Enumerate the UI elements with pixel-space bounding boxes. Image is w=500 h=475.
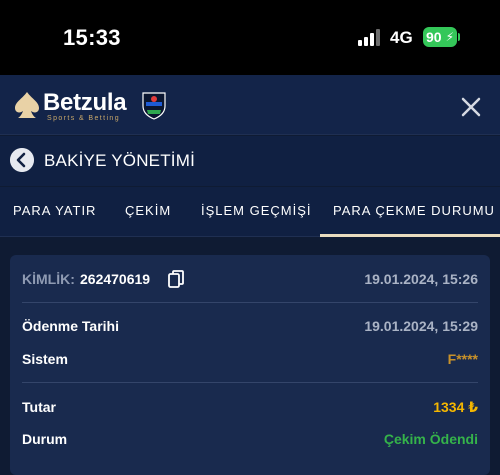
back-button[interactable]	[10, 148, 34, 172]
status-label: Durum	[22, 431, 68, 447]
status-bar: 15:33 4G 90 ⚡	[0, 0, 500, 75]
id-value: 262470619	[80, 271, 151, 287]
signal-icon	[358, 29, 382, 46]
title-row: BAKİYE YÖNETİMİ	[0, 136, 500, 186]
tab-para-yatir[interactable]: PARA YATIR	[13, 187, 96, 237]
charging-bolt-icon: ⚡	[445, 30, 454, 44]
tab-cekim[interactable]: ÇEKİM	[125, 187, 171, 237]
divider	[22, 382, 478, 383]
battery-cap	[458, 33, 460, 41]
amount-value: 1334 ₺	[433, 399, 478, 415]
payment-date-label: Ödenme Tarihi	[22, 318, 119, 334]
copy-icon[interactable]	[168, 270, 184, 288]
brand-tagline: Sports & Betting	[47, 115, 120, 122]
brand-name: Betzula	[43, 89, 127, 116]
amount-label: Tutar	[22, 399, 56, 415]
club-crest-icon	[142, 92, 166, 120]
payment-date-value: 19.01.2024, 15:29	[364, 318, 478, 334]
close-icon[interactable]	[456, 92, 486, 122]
tab-para-cekme-durumu[interactable]: PARA ÇEKME DURUMU	[320, 187, 500, 237]
system-label: Sistem	[22, 351, 68, 367]
app-header: Betzula Sports & Betting	[0, 75, 500, 135]
battery-icon: 90 ⚡	[423, 27, 457, 47]
id-label: KİMLİK:	[22, 271, 75, 287]
status-time: 15:33	[63, 25, 121, 50]
divider	[22, 302, 478, 303]
card-header: KİMLİK: 262470619 19.01.2024, 15:26	[10, 255, 490, 303]
network-type: 4G	[390, 28, 413, 47]
created-date: 19.01.2024, 15:26	[364, 271, 478, 287]
status-value: Çekim Ödendi	[383, 431, 478, 447]
page-title: BAKİYE YÖNETİMİ	[44, 151, 196, 170]
tab-islem-gecmisi[interactable]: İŞLEM GEÇMİŞİ	[201, 187, 312, 237]
system-value: F****	[447, 351, 478, 367]
spade-logo-icon	[15, 92, 39, 118]
withdrawal-card: KİMLİK: 262470619 19.01.2024, 15:26 Öden…	[10, 255, 490, 475]
battery-level: 90	[426, 29, 442, 45]
tab-bar: PARA YATIR ÇEKİM İŞLEM GEÇMİŞİ PARA ÇEKM…	[0, 187, 500, 237]
